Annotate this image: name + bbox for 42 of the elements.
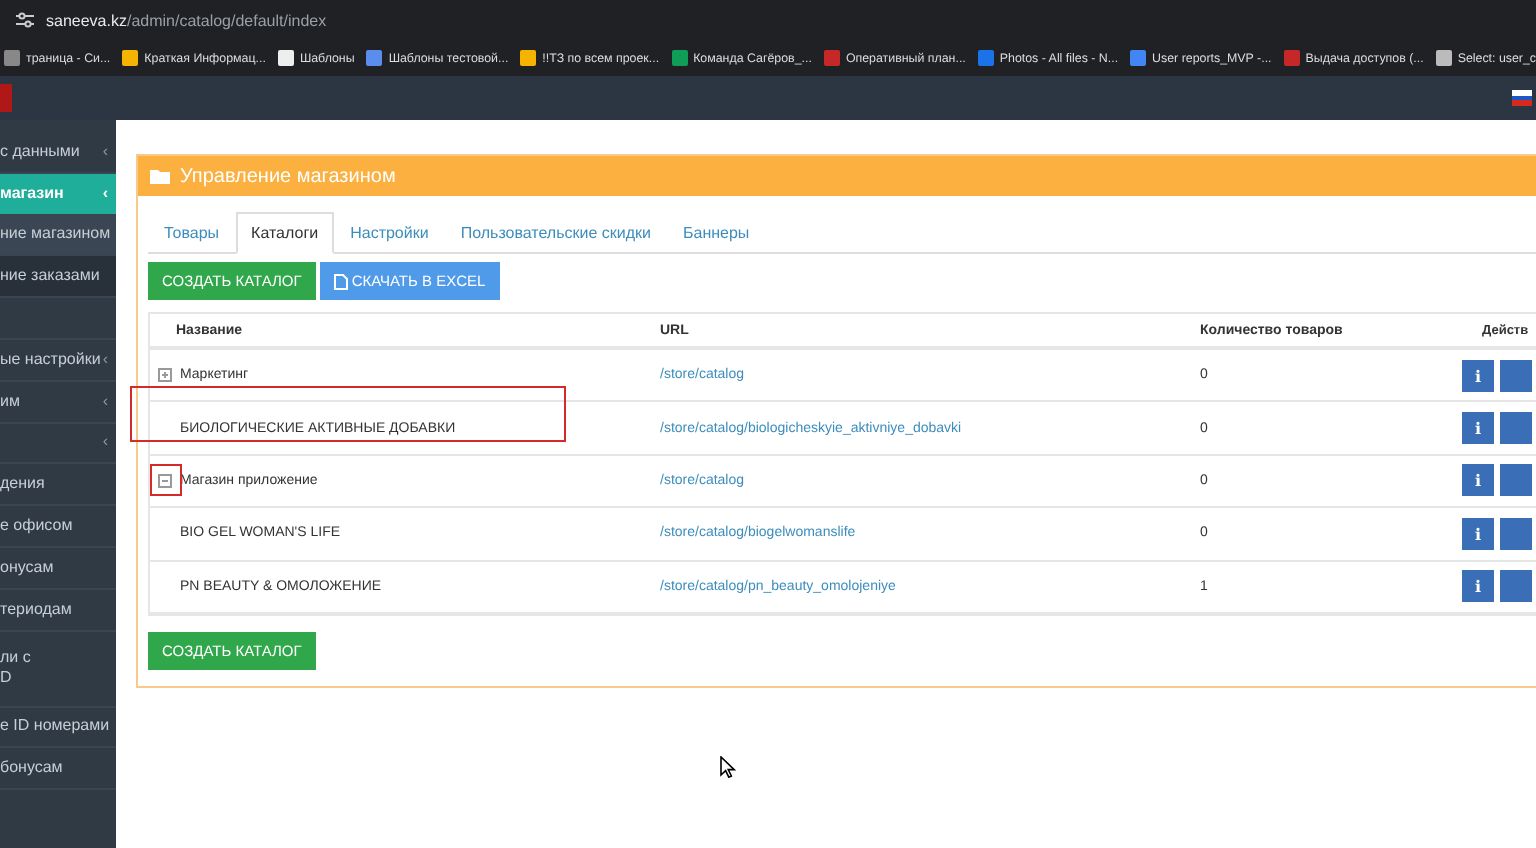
sidebar-item[interactable]: дения — [0, 464, 116, 507]
info-button[interactable]: i — [1462, 464, 1494, 497]
action-button[interactable] — [1500, 570, 1532, 603]
tab[interactable]: Каталоги — [235, 212, 335, 254]
info-button[interactable]: i — [1462, 412, 1494, 445]
sidebar-item[interactable]: онусам — [0, 547, 116, 590]
action-button[interactable] — [1500, 412, 1532, 445]
folder-icon — [150, 168, 170, 184]
logo-icon — [0, 84, 12, 112]
sidebar-item[interactable]: ‹ — [0, 423, 116, 465]
sidebar-item[interactable]: е ID номерами — [0, 707, 116, 749]
chevron-icon: ‹ — [102, 391, 108, 412]
sidebar-item[interactable]: ние магазином — [0, 215, 116, 257]
action-button[interactable] — [1500, 517, 1532, 550]
panel-title: Управление магазином — [180, 165, 396, 187]
cursor-icon — [720, 756, 736, 778]
file-icon — [333, 273, 348, 289]
sidebar-item[interactable]: ые настройки‹ — [0, 339, 116, 382]
chevron-icon: ‹ — [102, 432, 108, 453]
action-button[interactable] — [1500, 464, 1532, 497]
address-bar-url[interactable]: saneeva.kz/admin/catalog/default/index — [46, 11, 327, 29]
tab[interactable]: Баннеры — [667, 212, 766, 254]
sidebar-item[interactable]: ние заказами — [0, 256, 116, 299]
action-button[interactable] — [1500, 359, 1532, 392]
expand-icon[interactable] — [158, 368, 172, 383]
flag-icon — [1512, 90, 1532, 106]
sidebar-item[interactable]: териодам — [0, 589, 116, 632]
collapse-icon[interactable] — [158, 473, 172, 488]
site-settings-icon — [16, 12, 34, 28]
tab[interactable]: Пользовательские скидки — [444, 212, 667, 254]
info-button[interactable]: i — [1462, 359, 1494, 392]
info-button[interactable]: i — [1462, 517, 1494, 550]
tab[interactable]: Настройки — [334, 212, 445, 254]
sidebar-item[interactable]: им ‹ — [0, 381, 116, 424]
chevron-icon: ‹ — [102, 349, 108, 370]
tab[interactable]: Товары — [148, 212, 236, 254]
info-button[interactable]: i — [1462, 570, 1494, 603]
sidebar-item[interactable]: ли с D — [0, 631, 116, 708]
sidebar-item[interactable]: е офисом — [0, 506, 116, 548]
chevron-icon: ‹ — [102, 183, 108, 204]
chevron-icon: ‹ — [102, 141, 108, 162]
sidebar-item[interactable]: бонусам — [0, 748, 116, 791]
